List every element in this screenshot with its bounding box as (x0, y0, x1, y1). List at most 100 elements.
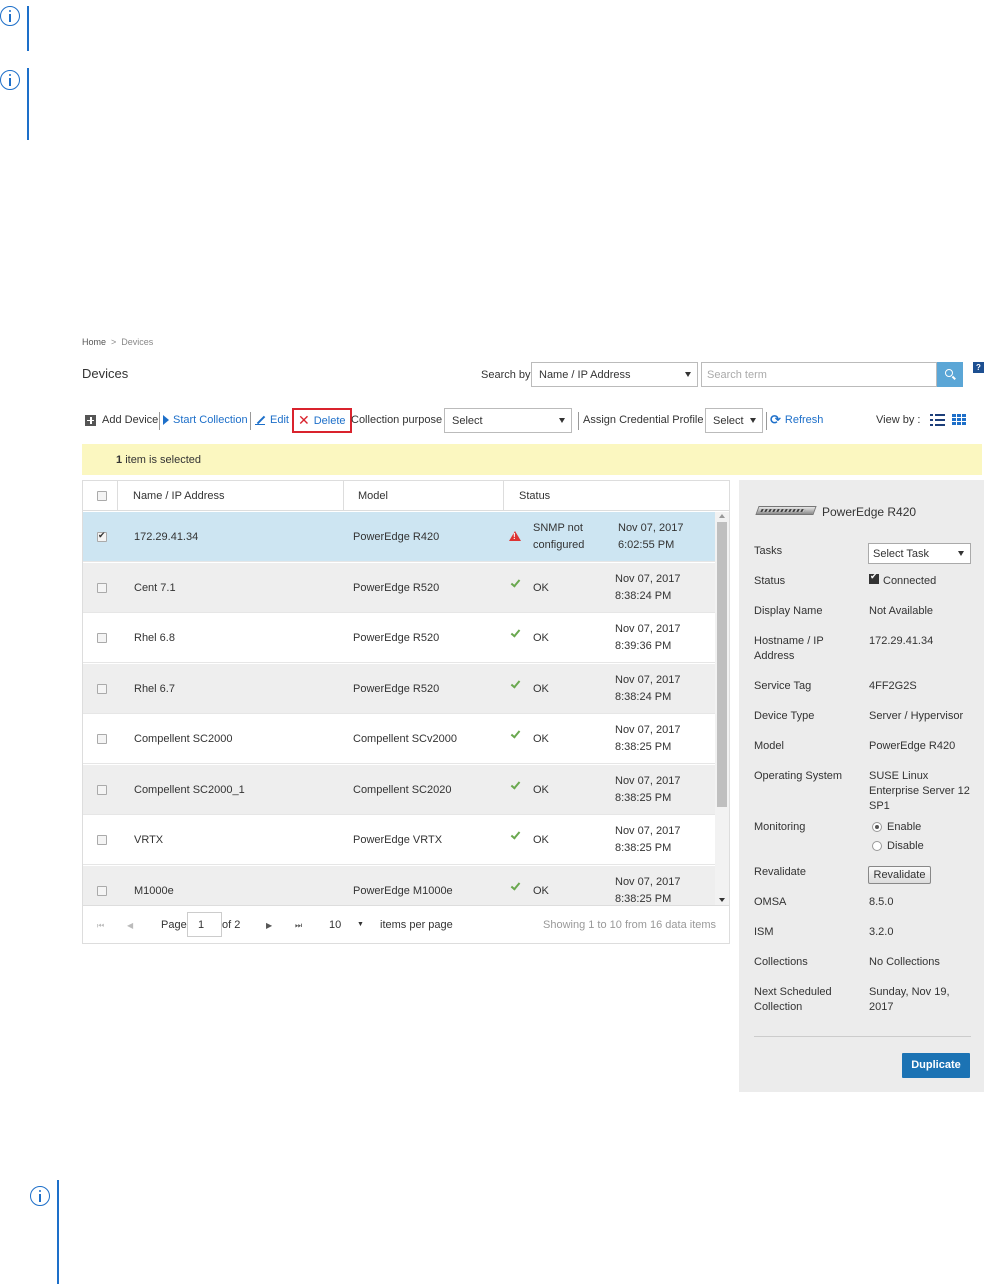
devices-grid: Name / IP Address Model Status 172.29.41… (82, 480, 730, 944)
select-all-checkbox[interactable] (97, 491, 107, 501)
header-divider (343, 481, 344, 511)
monitoring-enable-label: Enable (887, 821, 922, 833)
check-icon (510, 627, 521, 638)
table-row[interactable]: M1000e PowerEdge M1000e OK Nov 07, 2017 8:38… (83, 865, 715, 905)
detail-title: PowerEdge R420 (822, 505, 917, 519)
page-number-input[interactable]: 1 (187, 912, 222, 937)
next-scheduled-label: Next Scheduled Collection (754, 986, 832, 1013)
grid-body: 172.29.41.34 PowerEdge R420 SNMP not config… (83, 512, 715, 905)
row-checkbox[interactable] (97, 582, 107, 593)
task-select[interactable]: Select Task (868, 543, 971, 564)
breadcrumb-home[interactable]: Home (82, 337, 106, 347)
monitoring-label: Monitoring (754, 821, 806, 833)
selection-banner: 1 item is selected (82, 444, 982, 475)
per-page-select[interactable]: 10 (329, 919, 341, 931)
row-model: Compellent SCv2000 (353, 733, 457, 745)
row-checkbox[interactable] (97, 633, 107, 643)
list-view-icon[interactable] (930, 414, 945, 426)
scroll-down-icon[interactable] (719, 898, 725, 902)
row-checkbox[interactable] (97, 734, 107, 744)
add-device-label: Add Device (102, 414, 159, 426)
assign-credential-label: Assign Credential Profile (583, 414, 704, 426)
table-row[interactable]: VRTX PowerEdge VRTX OK Nov 07, 2017 8:38:25 … (83, 815, 715, 865)
refresh-label: Refresh (784, 414, 824, 426)
view-by-label: View by : (876, 414, 921, 426)
table-row[interactable]: Compellent SC2000_1 Compellent SC2020 OK No… (83, 764, 715, 815)
model-label: Model (754, 740, 784, 752)
chevron-down-icon[interactable]: ▼ (357, 921, 364, 928)
column-header-name[interactable]: Name / IP Address (133, 481, 225, 511)
search-input[interactable]: Search term (701, 362, 937, 387)
table-row[interactable]: Rhel 6.7 PowerEdge R520 OK Nov 07, 2017 8:38… (83, 663, 715, 714)
service-tag-label: Service Tag (754, 680, 812, 692)
search-field-select[interactable]: Name / IP Address (531, 362, 698, 387)
grid-view-icon[interactable] (952, 414, 967, 426)
next-page-button[interactable]: ▶ (266, 921, 272, 930)
row-name: Rhel 6.8 (134, 632, 175, 644)
column-header-status[interactable]: Status (519, 481, 550, 511)
assign-credential-select[interactable]: Select (705, 408, 763, 433)
status-value: Connected (883, 575, 937, 587)
monitoring-disable-radio[interactable] (872, 841, 882, 851)
row-date: Nov 07, 2017 (615, 724, 681, 736)
table-row[interactable]: Rhel 6.8 PowerEdge R520 OK Nov 07, 2017 8:39… (83, 613, 715, 663)
toolbar-divider (766, 412, 767, 430)
ism-value: 3.2.0 (869, 926, 894, 938)
refresh-icon: ⟳ (770, 412, 781, 427)
scroll-thumb[interactable] (717, 522, 727, 807)
model-value: PowerEdge R420 (869, 740, 956, 752)
add-icon (85, 414, 96, 426)
row-date: Nov 07, 2017 (615, 774, 681, 787)
row-status: OK (533, 733, 549, 745)
row-checkbox[interactable] (97, 683, 107, 694)
connected-check-icon (869, 571, 879, 584)
revalidate-button[interactable]: Revalidate (868, 866, 931, 884)
row-name: M1000e (134, 884, 174, 897)
row-time: 8:39:36 PM (615, 640, 672, 652)
row-status: OK (533, 581, 549, 594)
row-model: PowerEdge R420 (353, 531, 440, 543)
check-icon (510, 778, 521, 790)
row-checkbox[interactable] (97, 885, 107, 896)
row-checkbox[interactable] (97, 784, 107, 795)
row-status: OK (533, 632, 549, 644)
row-name: Cent 7.1 (134, 581, 176, 594)
hostname-label: Hostname / IP Address (754, 635, 824, 662)
table-row[interactable]: Cent 7.1 PowerEdge R520 OK Nov 07, 2017 8:38… (83, 562, 715, 613)
monitoring-enable-radio[interactable] (872, 822, 882, 832)
table-row[interactable]: Compellent SC2000 Compellent SCv2000 OK Nov… (83, 714, 715, 764)
row-time: 6:02:55 PM (618, 539, 675, 551)
task-select-value: Select Task (873, 548, 930, 560)
row-checkbox[interactable] (97, 835, 107, 845)
row-time: 8:38:25 PM (615, 892, 672, 905)
check-icon (510, 829, 521, 840)
row-time: 8:38:25 PM (615, 741, 672, 753)
pager-summary: Showing 1 to 10 from 16 data items (543, 919, 717, 931)
scroll-up-icon[interactable] (719, 514, 725, 518)
delete-button[interactable]: ✕ Delete (292, 408, 352, 433)
search-button[interactable] (937, 362, 963, 387)
refresh-button[interactable]: ⟳ Refresh (770, 406, 823, 434)
os-value: SUSE Linux Enterprise Server 12 SP1 (869, 770, 970, 812)
collection-purpose-label: Collection purpose (351, 414, 443, 426)
details-panel: PowerEdge R420 Tasks Select Task Status … (739, 480, 984, 1092)
first-page-button[interactable]: ⏮ (97, 921, 104, 931)
row-checkbox[interactable] (97, 530, 107, 542)
edit-button[interactable]: Edit (255, 406, 289, 434)
grid-scrollbar[interactable] (715, 512, 729, 905)
device-type-value: Server / Hypervisor (869, 710, 964, 722)
column-header-model[interactable]: Model (358, 481, 388, 511)
duplicate-button[interactable]: Duplicate (902, 1053, 970, 1078)
add-device-button[interactable]: Add Device (85, 406, 158, 434)
prev-page-button[interactable]: ◀ (127, 921, 133, 930)
start-collection-button[interactable]: Start Collection (163, 406, 248, 434)
display-name-label: Display Name (754, 605, 823, 617)
grid-header: Name / IP Address Model Status (83, 481, 729, 511)
check-icon (510, 728, 521, 739)
table-row[interactable]: 172.29.41.34 PowerEdge R420 SNMP not config… (83, 512, 715, 562)
close-icon: ✕ (298, 412, 310, 428)
last-page-button[interactable]: ⏭ (295, 921, 302, 931)
collection-purpose-select[interactable]: Select (444, 408, 572, 433)
breadcrumb: Home > Devices (82, 337, 153, 347)
help-icon[interactable]: ? (973, 362, 984, 373)
